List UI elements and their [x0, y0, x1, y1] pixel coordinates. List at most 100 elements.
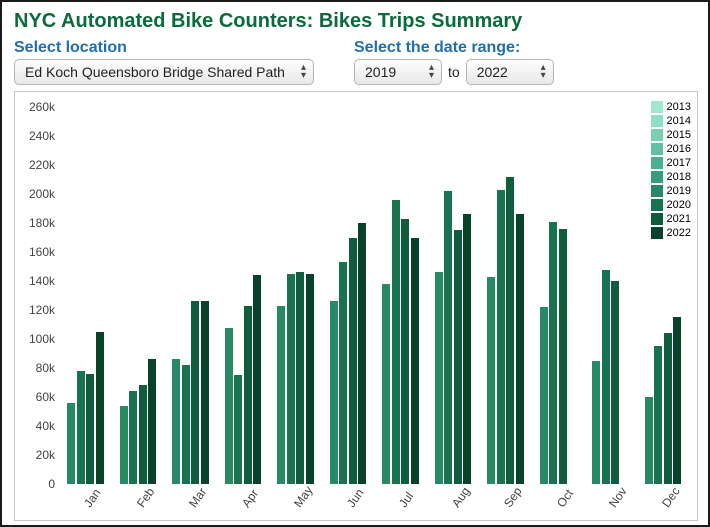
- bar: [182, 365, 190, 484]
- bar: [296, 272, 304, 484]
- legend-label: 2017: [667, 156, 691, 170]
- legend-swatch: [651, 143, 663, 155]
- legend-label: 2020: [667, 198, 691, 212]
- bar: [549, 222, 557, 484]
- y-tick: 80k: [15, 361, 55, 375]
- bar: [306, 274, 314, 484]
- legend-swatch: [651, 171, 663, 183]
- y-tick: 260k: [15, 100, 55, 114]
- bar: [487, 277, 495, 484]
- bar: [244, 306, 252, 484]
- legend-label: 2016: [667, 142, 691, 156]
- legend-swatch: [651, 115, 663, 127]
- legend-item: 2021: [651, 212, 691, 226]
- legend-label: 2021: [667, 212, 691, 226]
- end-year-select[interactable]: 2022: [466, 59, 554, 85]
- bar: [139, 385, 147, 484]
- bar: [120, 406, 128, 484]
- y-tick: 20k: [15, 448, 55, 462]
- y-tick: 160k: [15, 245, 55, 259]
- bar: [382, 284, 390, 484]
- controls-row: Select location Ed Koch Queensboro Bridg…: [14, 39, 696, 85]
- legend-item: 2016: [651, 142, 691, 156]
- y-tick: 220k: [15, 158, 55, 172]
- location-select[interactable]: Ed Koch Queensboro Bridge Shared Path: [14, 59, 314, 85]
- bar: [664, 333, 672, 484]
- chart-container: 020k40k60k80k100k120k140k160k180k200k220…: [14, 91, 698, 521]
- bar: [277, 306, 285, 484]
- bar: [191, 301, 199, 484]
- x-tick: Jul: [396, 489, 416, 510]
- legend-swatch: [651, 101, 663, 113]
- bar: [673, 317, 681, 484]
- x-tick: Jun: [344, 486, 367, 510]
- y-tick: 240k: [15, 129, 55, 143]
- start-year-select[interactable]: 2019: [354, 59, 442, 85]
- location-group: Select location Ed Koch Queensboro Bridg…: [14, 39, 314, 85]
- x-tick: Sep: [501, 485, 525, 511]
- y-tick: 40k: [15, 419, 55, 433]
- bar: [411, 238, 419, 484]
- range-to-label: to: [448, 64, 460, 80]
- bar: [645, 397, 653, 484]
- legend-swatch: [651, 157, 663, 169]
- date-range-group: Select the date range: 2019 ▴▾ to 2022 ▴…: [354, 39, 554, 85]
- x-tick: Nov: [606, 485, 630, 511]
- page-title: NYC Automated Bike Counters: Bikes Trips…: [14, 10, 696, 33]
- legend-label: 2019: [667, 184, 691, 198]
- legend-item: 2013: [651, 100, 691, 114]
- x-tick: May: [291, 483, 315, 510]
- x-tick: Jan: [81, 486, 104, 510]
- bar: [392, 200, 400, 484]
- bar: [463, 214, 471, 484]
- y-tick: 140k: [15, 274, 55, 288]
- legend-item: 2014: [651, 114, 691, 128]
- bar: [602, 270, 610, 484]
- x-tick: Mar: [186, 485, 209, 510]
- bar: [339, 262, 347, 484]
- legend-swatch: [651, 185, 663, 197]
- bar: [540, 307, 548, 484]
- bar: [592, 361, 600, 484]
- bar: [287, 274, 295, 484]
- legend: 2013201420152016201720182019202020212022: [651, 100, 691, 240]
- location-label: Select location: [14, 39, 314, 57]
- legend-swatch: [651, 213, 663, 225]
- legend-swatch: [651, 199, 663, 211]
- bar: [454, 230, 462, 484]
- bar: [349, 238, 357, 484]
- legend-item: 2019: [651, 184, 691, 198]
- bar: [611, 281, 619, 484]
- bar: [253, 275, 261, 484]
- legend-item: 2017: [651, 156, 691, 170]
- legend-swatch: [651, 227, 663, 239]
- plot-area: [59, 100, 689, 484]
- bar: [77, 371, 85, 484]
- bar: [86, 374, 94, 484]
- legend-item: 2018: [651, 170, 691, 184]
- legend-label: 2022: [667, 226, 691, 240]
- bar: [234, 375, 242, 484]
- legend-label: 2018: [667, 170, 691, 184]
- bar: [444, 191, 452, 484]
- date-range-label: Select the date range:: [354, 39, 554, 57]
- bar: [201, 301, 209, 484]
- bar: [559, 229, 567, 484]
- legend-item: 2015: [651, 128, 691, 142]
- y-tick: 200k: [15, 187, 55, 201]
- bar: [67, 403, 75, 484]
- legend-item: 2020: [651, 198, 691, 212]
- y-tick: 180k: [15, 216, 55, 230]
- bar: [497, 190, 505, 484]
- bar: [516, 214, 524, 484]
- legend-swatch: [651, 129, 663, 141]
- legend-label: 2015: [667, 128, 691, 142]
- bar: [506, 177, 514, 484]
- bar: [172, 359, 180, 484]
- y-tick: 60k: [15, 390, 55, 404]
- legend-item: 2022: [651, 226, 691, 240]
- bar: [330, 301, 338, 484]
- bar: [129, 391, 137, 484]
- bar: [225, 328, 233, 484]
- bar: [148, 359, 156, 484]
